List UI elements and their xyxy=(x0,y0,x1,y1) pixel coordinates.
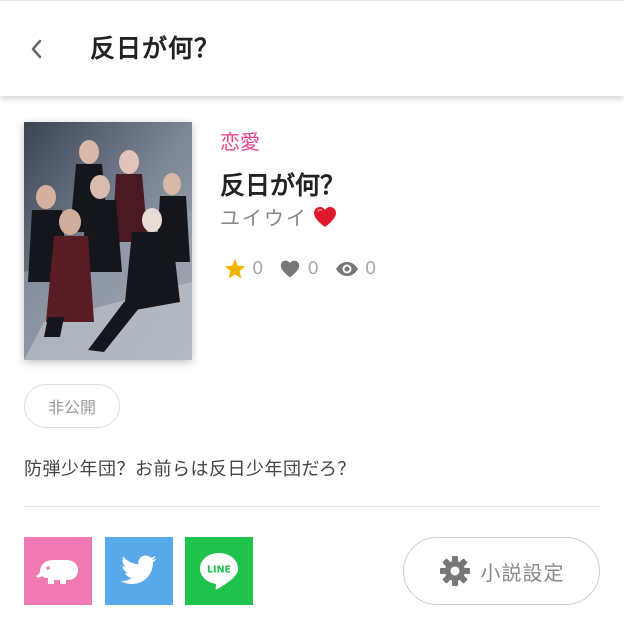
share-line-button[interactable]: LINE xyxy=(185,537,253,605)
share-app-button[interactable] xyxy=(24,537,92,605)
back-button[interactable] xyxy=(20,33,52,65)
view-count-value: 0 xyxy=(364,258,377,279)
star-icon xyxy=(224,258,246,279)
share-twitter-button[interactable] xyxy=(105,537,173,605)
novel-settings-button[interactable]: 小説設定 xyxy=(403,537,600,605)
author-link[interactable]: ユイウイ xyxy=(220,202,338,231)
novel-description: 防弾少年団？お前らは反日少年団だろ？ xyxy=(24,459,356,480)
novel-title: 反日が何？ xyxy=(220,171,346,200)
svg-text:LINE: LINE xyxy=(207,565,231,576)
divider xyxy=(24,506,600,507)
author-name: ユイウイ xyxy=(220,206,308,230)
novel-settings-label: 小説設定 xyxy=(480,560,565,585)
star-count: 0 xyxy=(224,258,263,279)
heart-icon xyxy=(314,206,336,227)
genre-label[interactable]: 恋愛 xyxy=(220,126,260,155)
heart-outline-icon xyxy=(281,260,300,277)
like-count-value: 0 xyxy=(307,258,319,279)
eye-icon xyxy=(335,261,358,276)
view-count: 0 xyxy=(335,258,376,279)
app-header: 反日が何？ xyxy=(0,0,624,96)
elephant-logo-icon xyxy=(36,560,78,584)
twitter-bird-icon xyxy=(120,555,157,584)
chevron-left-icon xyxy=(31,39,42,59)
like-count: 0 xyxy=(279,258,319,279)
novel-stats: 0 0 0 xyxy=(224,258,392,279)
star-count-value: 0 xyxy=(252,258,264,279)
novel-cover-image[interactable] xyxy=(24,122,192,360)
line-logo-icon: LINE xyxy=(200,553,238,590)
privacy-badge: 非公開 xyxy=(24,384,120,428)
page-title: 反日が何？ xyxy=(90,34,221,63)
gear-icon xyxy=(439,556,470,586)
